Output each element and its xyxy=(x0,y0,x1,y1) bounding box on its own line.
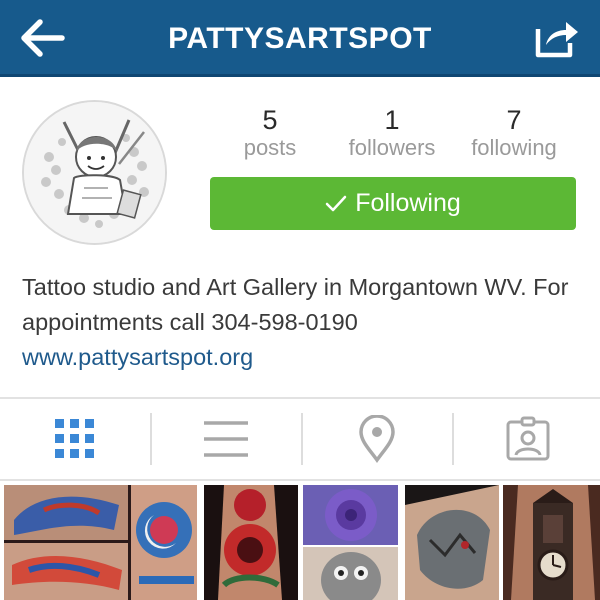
followers-stat[interactable]: 1 followers xyxy=(332,105,452,161)
share-icon xyxy=(535,22,578,58)
list-icon xyxy=(204,421,248,457)
following-button-label: Following xyxy=(355,189,461,217)
tab-list-view[interactable] xyxy=(151,399,301,479)
tab-tagged[interactable] xyxy=(453,399,600,479)
following-button[interactable]: Following xyxy=(210,177,576,230)
profile-section: 5 posts 1 followers 7 following Followin… xyxy=(0,77,600,397)
clock-tattoo-image xyxy=(503,485,600,600)
followers-label: followers xyxy=(348,135,436,160)
photo-grid xyxy=(0,481,600,600)
tattoo-collage-image xyxy=(4,485,197,600)
grid-icon xyxy=(55,419,94,458)
view-tabbar xyxy=(0,399,600,479)
avatar[interactable] xyxy=(22,100,167,245)
header-bar: PATTYSARTSPOT xyxy=(0,0,600,77)
tagged-photo-icon xyxy=(506,416,550,461)
posts-count: 5 xyxy=(262,105,278,135)
website-link[interactable]: www.pattysartspot.org xyxy=(22,340,253,375)
posts-label: posts xyxy=(243,135,297,160)
tab-grid-view[interactable] xyxy=(0,399,150,479)
page-title: PATTYSARTSPOT xyxy=(168,22,432,55)
profile-illustration-icon xyxy=(24,102,165,243)
location-pin-icon xyxy=(359,415,395,463)
dragon-tattoo-image xyxy=(405,485,499,600)
hand-tattoo-image xyxy=(204,485,298,600)
following-label: following xyxy=(471,135,557,160)
checkmark-icon xyxy=(325,195,347,211)
tab-map-view[interactable] xyxy=(302,399,452,479)
followers-count: 1 xyxy=(384,105,400,135)
post-thumbnail[interactable] xyxy=(405,485,499,600)
post-thumbnail[interactable] xyxy=(204,485,298,600)
following-stat[interactable]: 7 following xyxy=(454,105,574,161)
post-thumbnail[interactable] xyxy=(503,485,600,600)
following-count: 7 xyxy=(506,105,522,135)
posts-stat[interactable]: 5 posts xyxy=(210,105,330,161)
share-button[interactable] xyxy=(534,17,580,59)
post-thumbnail[interactable] xyxy=(303,485,398,600)
post-thumbnail[interactable] xyxy=(4,485,197,600)
profile-bio: Tattoo studio and Art Gallery in Morgant… xyxy=(22,274,569,335)
rose-owl-tattoo-image xyxy=(303,485,398,600)
